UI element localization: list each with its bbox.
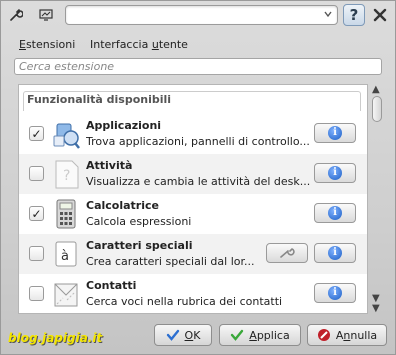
category-header: Funzionalità disponibili [27,93,172,106]
list-item-special-characters[interactable]: à Caratteri speciali Crea caratteri spec… [19,234,367,274]
list-item-activities[interactable]: ? Attività Visualizza e cambia le attivi… [19,154,367,194]
help-button[interactable]: ? [343,4,365,26]
info-icon: i [328,246,342,260]
extension-description: Trova applicazioni, pannelli di controll… [86,135,310,148]
info-icon: i [328,206,342,220]
watermark: blog.japigia.it [8,331,103,345]
history-combo[interactable] [65,5,338,25]
monitor-icon[interactable] [37,6,55,24]
info-button[interactable]: i [314,283,356,303]
info-button[interactable]: i [314,163,356,183]
configure-button[interactable] [266,243,308,263]
top-toolbar: ? [7,4,391,26]
contacts-icon [54,283,78,307]
extension-name: Calcolatrice [86,199,159,212]
applications-icon [53,123,80,149]
svg-text:?: ? [63,168,70,184]
activity-icon: ? [55,160,79,189]
cancel-icon [317,329,330,341]
check-icon [231,329,244,341]
list-item-calculator[interactable]: ✓ Calcolatrice Calcola espressioni i [19,194,367,234]
cancel-button[interactable]: Annulla [307,324,387,346]
enable-checkbox[interactable]: ✓ [29,206,44,221]
special-chars-icon: à [55,241,77,267]
info-button[interactable]: i [314,123,356,143]
apply-button[interactable]: Applica [219,324,301,346]
list-item-contacts[interactable]: Contatti Cerca voci nella rubrica dei co… [19,274,367,313]
search-input[interactable]: Cerca estensione [14,58,382,75]
info-button[interactable]: i [314,203,356,223]
extension-description: Calcola espressioni [86,215,192,228]
close-icon[interactable] [371,6,389,24]
extension-description: Visualizza e cambia le attività del desk… [86,175,311,188]
tab-user-interface[interactable]: Interfaccia utente [90,38,188,51]
chevron-down-icon [323,9,333,22]
help-label: ? [349,6,359,24]
extension-name: Applicazioni [86,119,162,132]
extension-list: Funzionalità disponibili ✓ Applicazioni … [18,84,368,314]
enable-checkbox[interactable] [29,246,44,261]
krunner-settings-window: ? Estensioni Interfaccia utente Cerca es… [0,0,396,355]
svg-text:à: à [61,249,69,264]
ok-button[interactable]: OK [154,324,212,346]
info-icon: i [328,166,342,180]
info-icon: i [328,286,342,300]
list-item-applications[interactable]: ✓ Applicazioni Trova applicazioni, panne… [19,114,367,154]
info-button[interactable]: i [314,243,356,263]
search-placeholder: Cerca estensione [19,60,115,73]
scroll-up-icon[interactable]: ▲ [372,84,380,95]
tab-extensions[interactable]: Estensioni [19,38,75,51]
list-scrollbar[interactable]: ▲ ▼ ▼ [370,84,384,314]
enable-checkbox[interactable] [29,166,44,181]
wrench-icon [280,248,295,258]
scroll-down-icon[interactable]: ▼ [372,303,380,314]
enable-checkbox[interactable]: ✓ [29,126,44,141]
check-icon [166,329,179,341]
calculator-icon [56,199,76,229]
extension-description: Cerca voci nella rubrica dei contatti [86,295,283,308]
scroll-thumb[interactable] [372,96,382,122]
wrench-icon[interactable] [7,6,25,24]
info-icon: i [328,126,342,140]
extension-name: Contatti [86,279,137,292]
enable-checkbox[interactable] [29,286,44,301]
extension-name: Caratteri speciali [86,239,193,252]
extension-name: Attività [86,159,133,172]
